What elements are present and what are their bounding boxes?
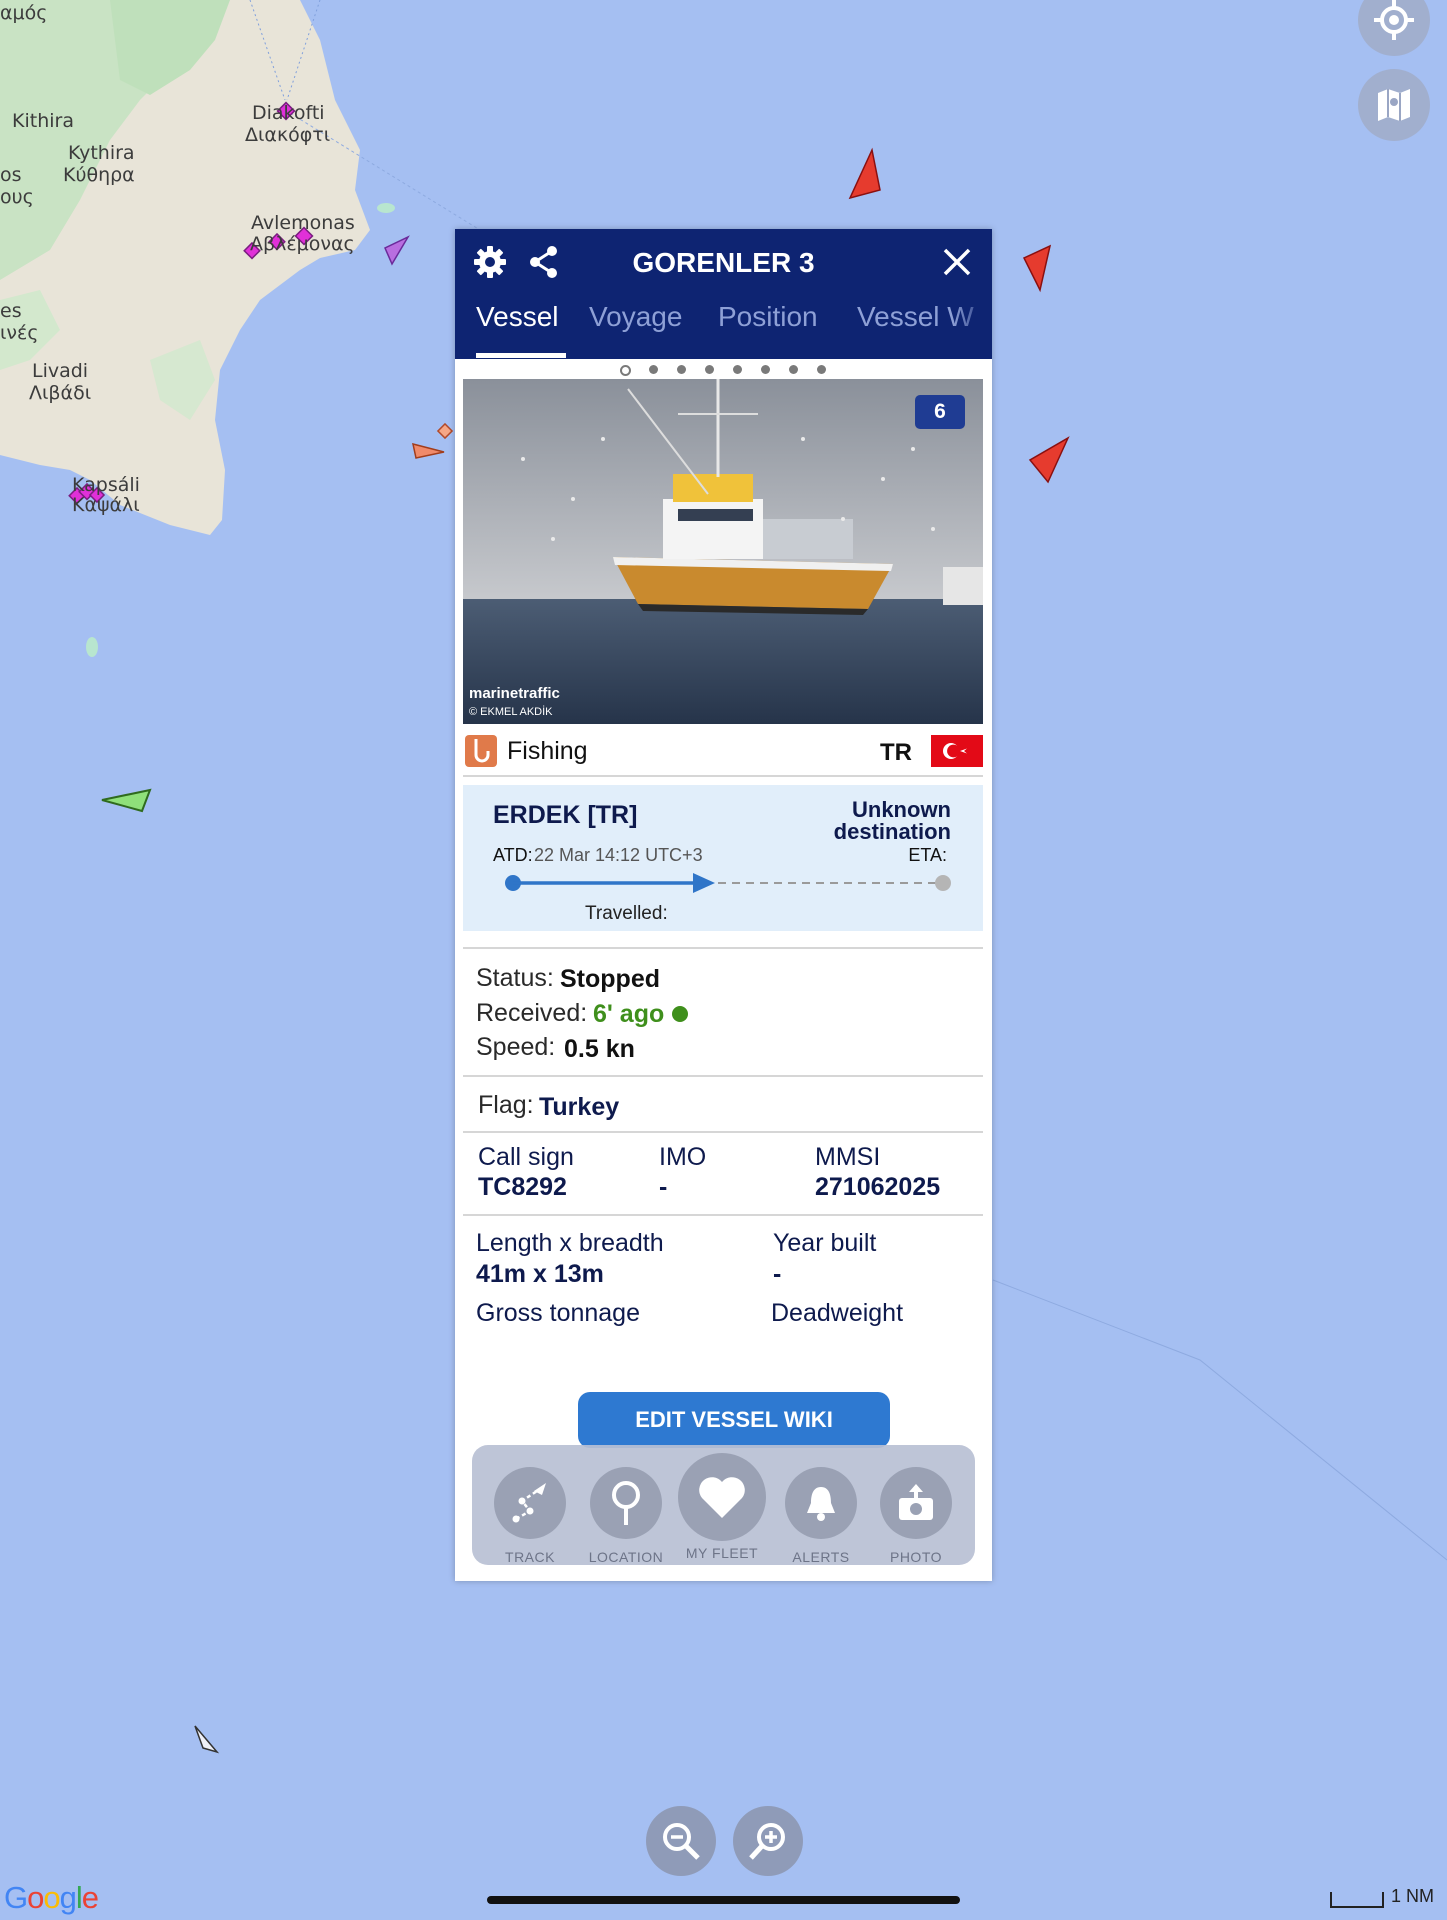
photo-label: PHOTO: [889, 1549, 943, 1565]
callsign-value: TC8292: [478, 1173, 567, 1201]
tab-position[interactable]: Position: [718, 301, 818, 333]
photo-button[interactable]: PHOTO: [880, 1467, 952, 1565]
edit-vessel-wiki-button[interactable]: EDIT VESSEL WIKI: [578, 1392, 890, 1448]
location-pin-icon: [612, 1481, 640, 1525]
photo-watermark: marinetraffic: [469, 685, 560, 702]
close-icon[interactable]: [942, 247, 972, 282]
imo-value: -: [659, 1173, 668, 1201]
page-dot[interactable]: [789, 365, 798, 374]
home-indicator[interactable]: [487, 1896, 960, 1904]
map-layers-icon: [1378, 89, 1410, 121]
travelled-label: Travelled:: [585, 903, 668, 924]
fishing-hook-icon: [465, 735, 497, 772]
panel-header: GORENLER 3 Vessel Voyage Position Vessel…: [455, 229, 992, 359]
tabs-fade: [952, 289, 992, 355]
page-dot[interactable]: [705, 365, 714, 374]
flag-code: TR: [880, 739, 912, 766]
year-built-value: -: [773, 1260, 782, 1288]
vessel-photo[interactable]: 6 marinetraffic © EKMEL AKDİK: [463, 379, 983, 724]
place-label: Diakofti: [252, 102, 325, 124]
mmsi-label: MMSI: [815, 1143, 881, 1171]
status-value: Stopped: [560, 965, 660, 993]
photo-count-badge: 6: [915, 395, 965, 429]
year-built-label: Year built: [773, 1229, 877, 1257]
page-dot[interactable]: [620, 365, 631, 376]
online-status-dot: [672, 1006, 688, 1022]
place-label: es: [0, 300, 22, 322]
crosshair-icon: [1374, 0, 1414, 40]
google-logo: Google: [4, 1880, 99, 1915]
place-label: Λιβάδι: [29, 382, 92, 404]
camera-upload-icon: [899, 1484, 933, 1520]
eta-label: ETA:: [908, 845, 947, 865]
track-button[interactable]: TRACK: [494, 1467, 566, 1565]
page-dot[interactable]: [817, 365, 826, 374]
place-label: ινές: [0, 322, 39, 344]
place-label: αμός: [0, 2, 48, 24]
alerts-button[interactable]: ALERTS: [785, 1467, 857, 1565]
atd-label: ATD:: [493, 845, 533, 865]
destination-line2: destination: [833, 819, 951, 844]
received-label: Received:: [476, 999, 588, 1027]
place-label: os: [0, 164, 22, 186]
gross-tonnage-label: Gross tonnage: [476, 1299, 640, 1327]
zoom-out-icon: [663, 1823, 700, 1860]
length-breadth-value: 41m x 13m: [476, 1260, 604, 1288]
divider: [463, 1214, 983, 1216]
deadweight-label: Deadweight: [771, 1299, 904, 1327]
place-label: Κύθηρα: [63, 164, 135, 186]
vessel-info-panel: GORENLER 3 Vessel Voyage Position Vessel…: [455, 229, 992, 1581]
place-label: Livadi: [32, 360, 89, 382]
place-label: Καψάλι: [72, 494, 140, 516]
place-label: Kapsáli: [72, 474, 140, 496]
active-tab-indicator: [476, 353, 566, 358]
page-dot[interactable]: [761, 365, 770, 374]
page-dot[interactable]: [733, 365, 742, 374]
action-bar: TRACK LOCATION MY FLEET ALERTS PHOTO: [472, 1445, 975, 1565]
voyage-summary[interactable]: ERDEK [TR] Unknown destination ATD: 22 M…: [463, 785, 983, 931]
tab-vessel[interactable]: Vessel: [476, 301, 559, 333]
speed-label: Speed:: [476, 1033, 556, 1061]
imo-label: IMO: [659, 1143, 707, 1171]
photo-credit: © EKMEL AKDİK: [469, 706, 553, 718]
location-button[interactable]: LOCATION: [589, 1467, 663, 1565]
mmsi-value: 271062025: [815, 1173, 941, 1201]
flag-value: Turkey: [539, 1093, 620, 1121]
my-fleet-button[interactable]: MY FLEET: [677, 1453, 767, 1561]
voyage-progress: [505, 873, 951, 893]
heart-icon: [699, 1477, 745, 1518]
divider: [463, 947, 983, 949]
map-layers-button[interactable]: [1358, 69, 1430, 141]
received-value: 6' ago: [593, 1000, 665, 1028]
zoom-in-icon: [749, 1823, 785, 1860]
place-label: Διακόφτι: [245, 124, 331, 146]
vessel-name-title: GORENLER 3: [632, 247, 815, 278]
place-label: Kithira: [12, 110, 74, 132]
atd-value: 22 Mar 14:12 UTC+3: [534, 845, 703, 865]
divider: [463, 775, 983, 777]
place-label: Αβλέμονας: [250, 233, 355, 255]
length-breadth-label: Length x breadth: [476, 1229, 664, 1257]
page-dot[interactable]: [649, 365, 658, 374]
map-scale-label: 1 NM: [1391, 1886, 1435, 1906]
track-icon: [512, 1483, 546, 1523]
callsign-label: Call sign: [478, 1143, 574, 1171]
tab-voyage[interactable]: Voyage: [589, 301, 682, 333]
place-label: ους: [0, 186, 34, 208]
zoom-out-button[interactable]: [646, 1806, 716, 1876]
place-label: Kythira: [68, 142, 135, 164]
bell-icon: [807, 1487, 835, 1521]
origin-port: ERDEK [TR]: [493, 801, 638, 829]
page-dot[interactable]: [677, 365, 686, 374]
divider: [463, 1131, 983, 1133]
divider: [463, 1075, 983, 1077]
map-scale-bar: [1330, 1892, 1384, 1908]
zoom-in-button[interactable]: [733, 1806, 803, 1876]
speed-value: 0.5 kn: [564, 1035, 635, 1063]
status-label: Status:: [476, 964, 554, 992]
flag-label: Flag:: [478, 1091, 534, 1119]
vessel-type: Fishing: [507, 737, 588, 765]
place-label: Avlemonas: [251, 212, 355, 234]
turkey-flag-icon: [931, 735, 983, 772]
